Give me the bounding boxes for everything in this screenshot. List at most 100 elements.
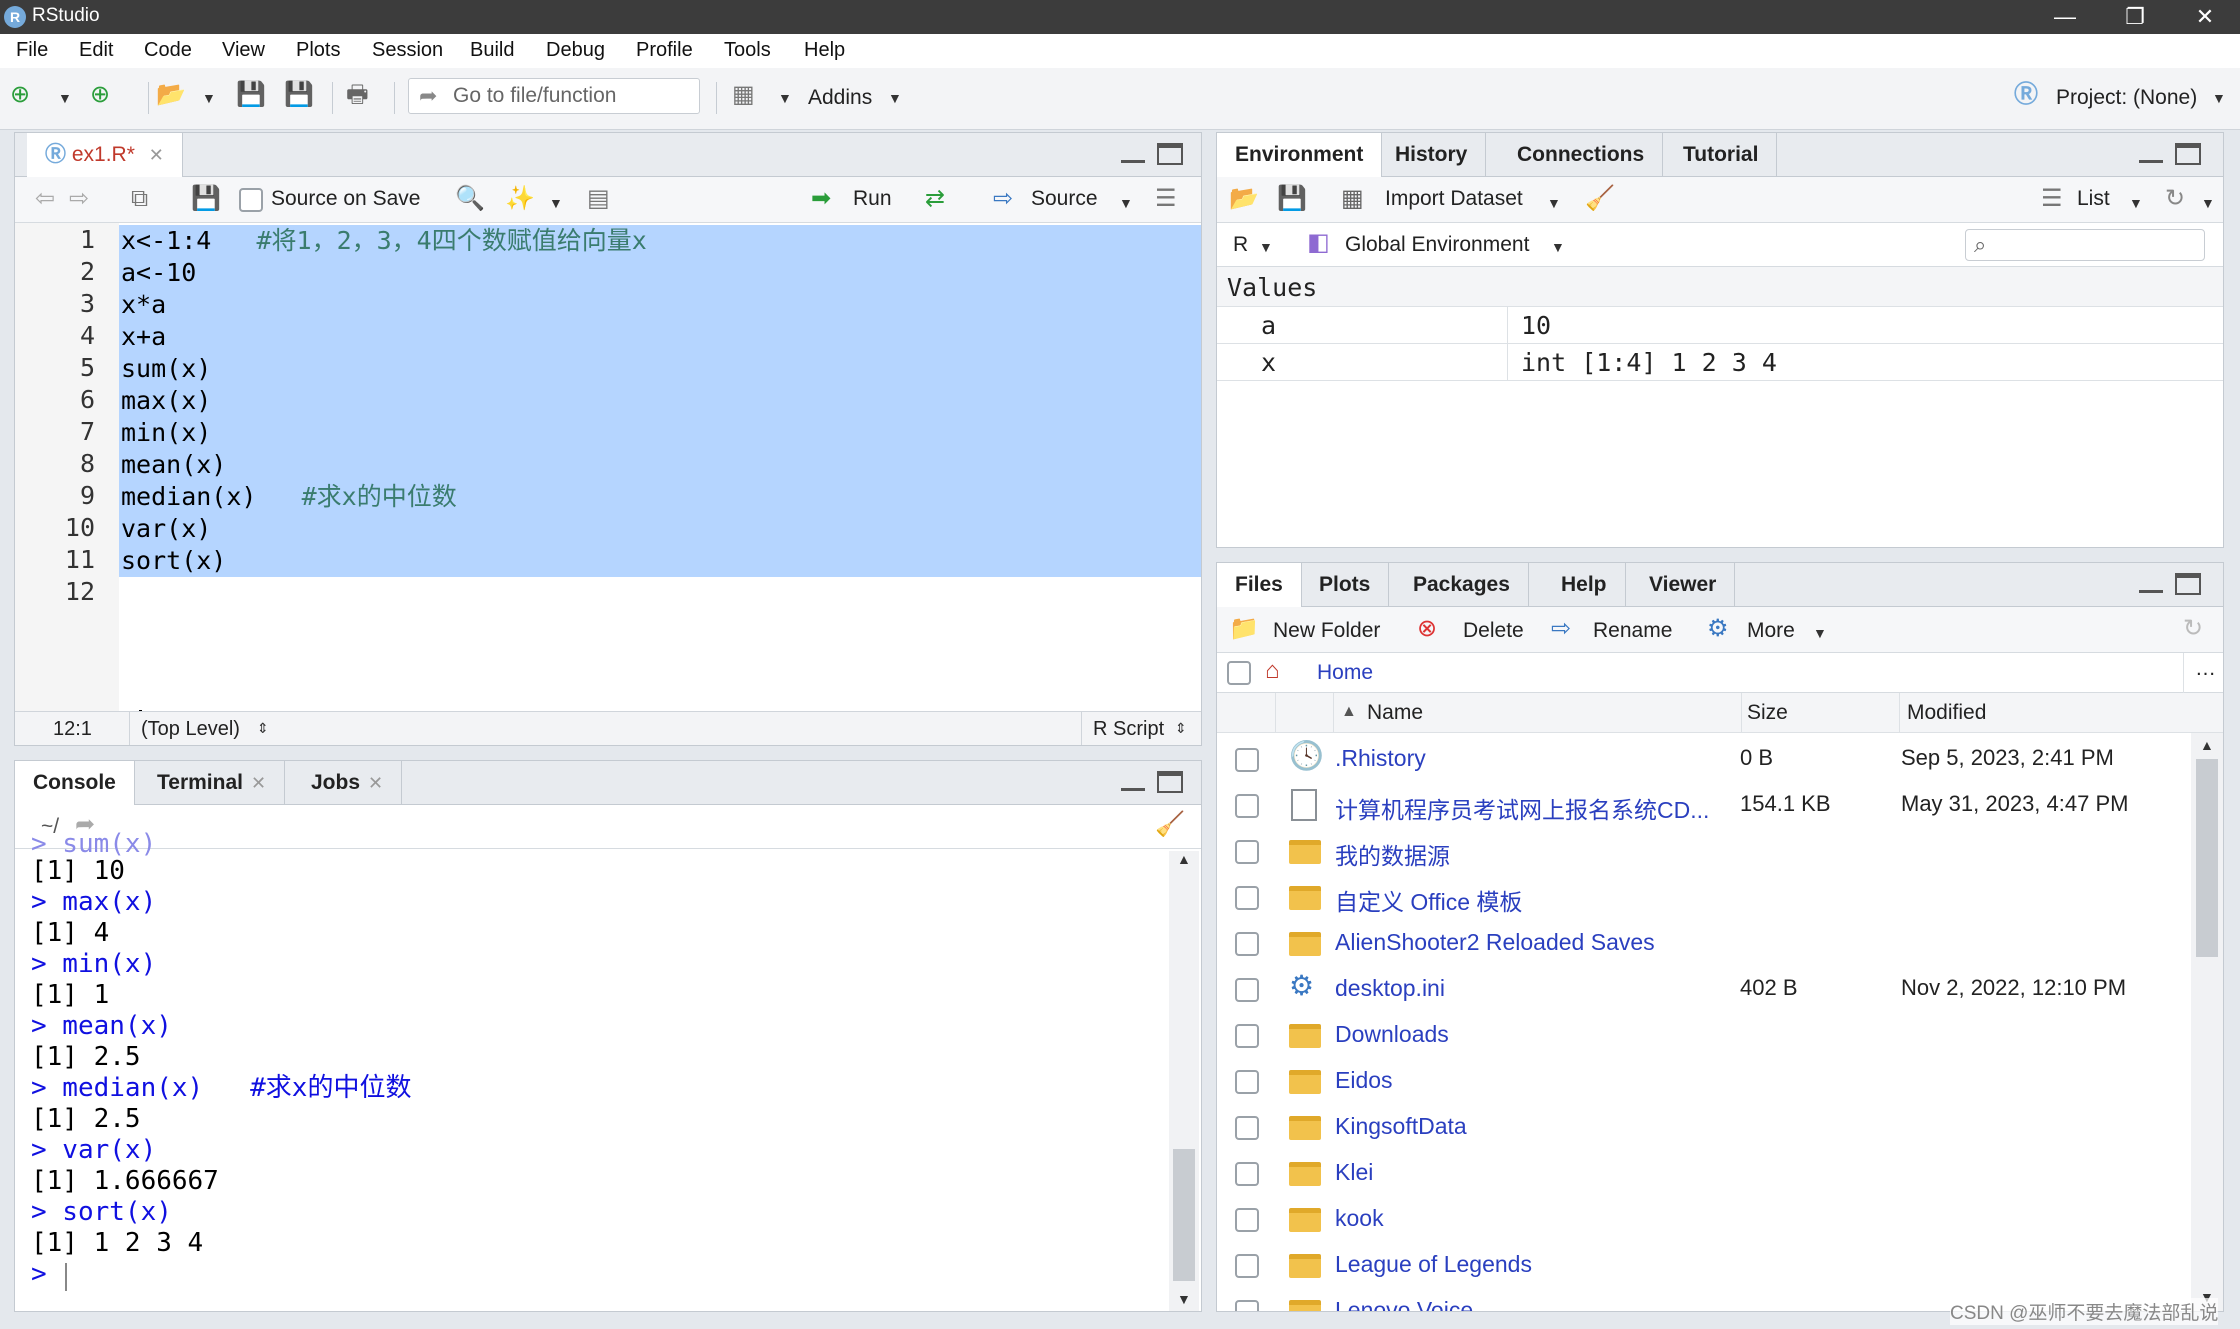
file-checkbox[interactable]	[1235, 1116, 1259, 1140]
file-name[interactable]: League of Legends	[1335, 1251, 1532, 1278]
show-in-window-icon[interactable]: ⧉	[131, 185, 148, 213]
menu-plots[interactable]: Plots	[296, 39, 340, 62]
code-line-1[interactable]: x<-1:4 #将1，2，3，4四个数赋值给向量x	[121, 225, 647, 257]
refresh-dropdown-icon[interactable]: ▼	[2201, 195, 2215, 211]
file-checkbox[interactable]	[1235, 978, 1259, 1002]
file-row[interactable]: 🕓 .Rhistory 0 B Sep 5, 2023, 2:41 PM	[1217, 737, 2187, 783]
file-name[interactable]: KingsoftData	[1335, 1113, 1467, 1140]
console-prompt-input[interactable]: >	[31, 1259, 62, 1290]
new-folder-button[interactable]: New Folder	[1273, 619, 1380, 643]
file-name[interactable]: 我的数据源	[1335, 837, 1450, 871]
load-workspace-icon[interactable]: 📂	[1229, 185, 1259, 213]
files-scroll-thumb[interactable]	[2196, 759, 2218, 957]
new-project-icon[interactable]: ⊕	[90, 80, 110, 110]
file-name[interactable]: .Rhistory	[1335, 745, 1426, 772]
list-view-icon[interactable]: ☰	[2041, 185, 2063, 213]
file-type-updown-icon[interactable]: ⇕	[1175, 720, 1187, 737]
menu-tools[interactable]: Tools	[724, 39, 771, 62]
new-file-icon[interactable]: ⊕	[10, 80, 30, 110]
column-header-modified[interactable]: Modified	[1907, 701, 1986, 725]
code-line-4[interactable]: x+a	[121, 321, 166, 353]
more-gear-icon[interactable]: ⚙	[1707, 615, 1729, 643]
file-name[interactable]: Lenovo Voice	[1335, 1297, 1473, 1311]
column-header-name[interactable]: Name	[1367, 701, 1423, 725]
find-replace-icon[interactable]: 🔍	[455, 185, 485, 213]
source-arrow-icon[interactable]: ⇨	[993, 185, 1013, 213]
forward-icon[interactable]: ⇨	[69, 185, 89, 213]
project-menu[interactable]: Project: (None)	[2056, 86, 2197, 110]
env-value-row[interactable]: a 10	[1217, 307, 2223, 344]
open-file-dropdown-icon[interactable]: ▼	[202, 90, 216, 106]
document-outline-icon[interactable]: ☰	[1155, 185, 1177, 213]
menu-build[interactable]: Build	[470, 39, 514, 62]
source-button[interactable]: Source	[1031, 187, 1098, 211]
file-name[interactable]: Eidos	[1335, 1067, 1393, 1094]
source-on-save-checkbox[interactable]	[239, 188, 263, 212]
file-row[interactable]: KingsoftData	[1217, 1105, 2187, 1151]
file-checkbox[interactable]	[1235, 748, 1259, 772]
addins-dropdown-icon[interactable]: ▼	[888, 90, 902, 106]
menu-view[interactable]: View	[222, 39, 265, 62]
tab-console[interactable]: Console	[15, 761, 135, 806]
environment-search[interactable]: ⌕	[1965, 229, 2205, 261]
file-name[interactable]: Klei	[1335, 1159, 1373, 1186]
file-checkbox[interactable]	[1235, 1208, 1259, 1232]
file-row[interactable]: ⚙ desktop.ini 402 B Nov 2, 2022, 12:10 P…	[1217, 967, 2187, 1013]
clear-workspace-broom-icon[interactable]: 🧹	[1585, 185, 1615, 213]
delete-icon[interactable]: ⊗	[1417, 615, 1437, 643]
file-type-selector[interactable]: R Script	[1093, 718, 1164, 741]
view-mode-dropdown-icon[interactable]: ▼	[2129, 195, 2143, 211]
new-folder-icon[interactable]: 📁	[1229, 615, 1259, 643]
menu-file[interactable]: File	[16, 39, 48, 62]
pane-layout-dropdown-icon[interactable]: ▼	[778, 90, 792, 106]
close-tab-icon[interactable]: ✕	[149, 145, 164, 165]
tab-help[interactable]: Help	[1543, 563, 1626, 607]
console-scrollbar[interactable]: ▲ ▼	[1169, 851, 1199, 1311]
minimize-pane-icon[interactable]	[1121, 149, 1145, 163]
menu-code[interactable]: Code	[144, 39, 192, 62]
file-checkbox[interactable]	[1235, 1070, 1259, 1094]
code-line-2[interactable]: a<-10	[121, 257, 196, 289]
tab-ex1-r[interactable]: Ⓡ ex1.R* ✕	[27, 133, 183, 178]
restore-window-icon[interactable]: ❐	[2100, 0, 2170, 34]
import-dataset-button[interactable]: Import Dataset	[1385, 187, 1523, 211]
file-checkbox[interactable]	[1235, 1300, 1259, 1311]
menu-debug[interactable]: Debug	[546, 39, 605, 62]
refresh-files-icon[interactable]: ↻	[2183, 615, 2203, 643]
tab-tutorial[interactable]: Tutorial	[1665, 133, 1778, 177]
file-name[interactable]: Downloads	[1335, 1021, 1449, 1048]
file-row[interactable]: kook	[1217, 1197, 2187, 1243]
scroll-down-icon[interactable]: ▼	[1177, 1291, 1191, 1307]
minimize-env-icon[interactable]	[2139, 149, 2163, 163]
code-line-3[interactable]: x*a	[121, 289, 166, 321]
file-checkbox[interactable]	[1235, 1254, 1259, 1278]
rename-button[interactable]: Rename	[1593, 619, 1672, 643]
scope-updown-icon[interactable]: ⇕	[257, 720, 269, 737]
files-scrollbar[interactable]: ▲ ▼	[2191, 733, 2223, 1311]
tab-viewer[interactable]: Viewer	[1631, 563, 1736, 607]
code-tools-dropdown-icon[interactable]: ▼	[549, 195, 563, 211]
tab-terminal[interactable]: Terminal ✕	[139, 761, 286, 805]
pane-layout-icon[interactable]: ▦	[732, 80, 755, 110]
file-checkbox[interactable]	[1235, 794, 1259, 818]
goto-file-function[interactable]: ➦	[408, 78, 700, 114]
back-icon[interactable]: ⇦	[35, 185, 55, 213]
file-name[interactable]: 自定义 Office 模板	[1335, 883, 1522, 917]
code-line-11[interactable]: sort(x)	[121, 545, 226, 577]
open-file-icon[interactable]: 📂	[156, 80, 186, 110]
env-scope-dropdown-icon[interactable]: ▼	[1551, 239, 1565, 255]
compile-report-icon[interactable]: ▤	[587, 185, 610, 213]
project-dropdown-icon[interactable]: ▼	[2212, 90, 2226, 106]
files-scroll-up-icon[interactable]: ▲	[2200, 737, 2214, 753]
file-row[interactable]: Downloads	[1217, 1013, 2187, 1059]
tab-environment[interactable]: Environment	[1217, 133, 1383, 178]
run-arrow-icon[interactable]: ➡	[811, 185, 831, 213]
scroll-up-icon[interactable]: ▲	[1177, 851, 1191, 867]
file-row[interactable]: Klei	[1217, 1151, 2187, 1197]
goto-file-input[interactable]	[453, 82, 693, 110]
tab-history[interactable]: History	[1377, 133, 1487, 177]
code-tools-wand-icon[interactable]: ✨	[505, 185, 535, 213]
file-row[interactable]: AlienShooter2 Reloaded Saves	[1217, 921, 2187, 967]
rename-icon[interactable]: ⇨	[1551, 615, 1571, 643]
source-dropdown-icon[interactable]: ▼	[1119, 195, 1133, 211]
